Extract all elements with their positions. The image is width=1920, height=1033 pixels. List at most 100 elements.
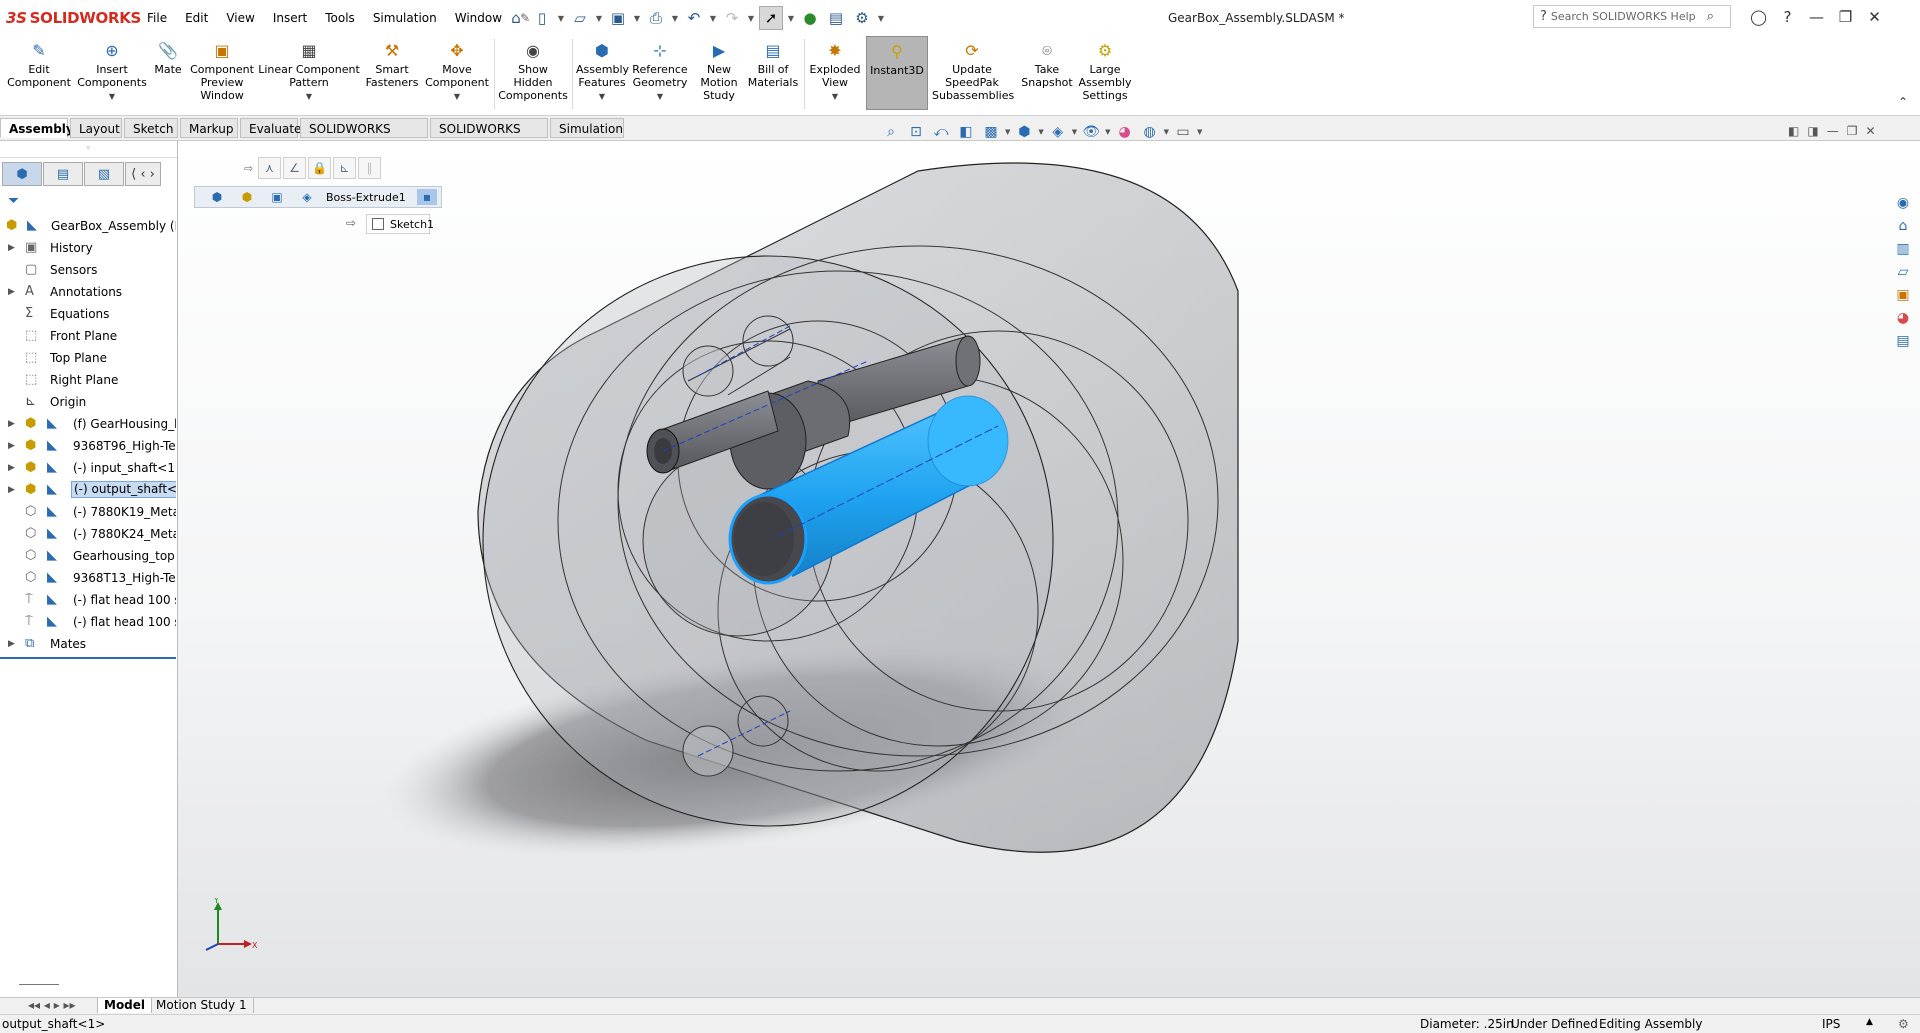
zoom-to-fit-icon[interactable]: ⌕ [880,122,902,142]
expand-arrow-icon[interactable]: ▶ [8,239,15,257]
dynamic-annotation-icon[interactable]: ▩ [980,122,1002,142]
menu-file[interactable]: File [138,11,176,25]
bill-of-materials-button[interactable]: ▤ Bill of Materials [746,39,800,89]
new-motion-study-button[interactable]: ▶ New Motion Study [694,39,744,102]
menu-tools[interactable]: Tools [316,11,364,25]
print-icon[interactable]: ⎙ [645,7,667,29]
chevron-down-icon[interactable]: ▼ [424,90,490,103]
solidworks-logo[interactable]: 3S SOLIDWORKS [6,9,141,27]
redo-icon[interactable]: ↷ [721,7,743,29]
customize-status-icon[interactable]: ⚙ [1898,1017,1909,1031]
gearbox-3d-model[interactable] [178,141,1920,998]
search-help-input[interactable]: ? Search SOLIDWORKS Help ⌕ [1533,5,1731,28]
tab-simulation[interactable]: Simulation [550,118,624,138]
mate-button[interactable]: 📎 Mate [150,39,186,76]
unit-system[interactable]: IPS [1822,1017,1840,1031]
solidworks-resources-icon[interactable]: ◉ [1892,192,1914,214]
viewport-close-icon[interactable]: ✕ [1865,124,1875,138]
exploded-view-button[interactable]: ✸ Exploded View ▼ [808,39,862,103]
tree-item-front-plane[interactable]: ⬚ Front Plane [0,327,176,345]
chevron-down-icon[interactable]: ▼ [1197,128,1202,136]
chevron-down-icon[interactable]: ▼ [1164,128,1169,136]
tab-evaluate[interactable]: Evaluate [240,118,301,138]
minimize-icon[interactable]: — [1802,6,1831,28]
instant3d-button[interactable]: ⚲ Instant3D [866,36,928,110]
tree-item-top-plane[interactable]: ⬚ Top Plane [0,349,176,367]
viewport-tile-left-icon[interactable]: ◧ [1788,124,1799,138]
file-explorer-icon[interactable]: ▱ [1892,261,1914,283]
redo-dropdown-arrow[interactable]: ▼ [747,14,755,23]
undo-dropdown-arrow[interactable]: ▼ [709,14,717,23]
viewport-tile-right-icon[interactable]: ◨ [1807,124,1818,138]
breadcrumb-feature-label[interactable]: Boss-Extrude1 [326,191,406,204]
previous-view-icon[interactable]: ⤺ [930,122,952,142]
custom-properties-icon[interactable]: ▤ [1892,330,1914,352]
tab-model[interactable]: Model [97,998,153,1013]
tab-assembly[interactable]: Assembly [0,118,74,138]
chevron-down-icon[interactable]: ▼ [630,90,690,103]
component-preview-window-button[interactable]: ▣ Component Preview Window [188,39,256,102]
options-dropdown-arrow[interactable]: ▼ [877,14,885,23]
search-icon[interactable]: ⌕ [1707,9,1714,24]
tree-item-9368t96[interactable]: ▶ ⬢ ◣ 9368T96_High-Tem [0,437,176,455]
tree-item-origin[interactable]: ⊾ Origin [0,393,176,411]
take-snapshot-button[interactable]: ⌾ Take Snapshot [1018,39,1076,89]
menu-edit[interactable]: Edit [176,11,217,25]
tree-item-right-plane[interactable]: ⬚ Right Plane [0,371,176,389]
tree-item-annotations[interactable]: ▶ A Annotations [0,283,176,301]
undo-icon[interactable]: ↶ [683,7,705,29]
traffic-light-icon[interactable]: ● [799,7,821,29]
view-palette-icon[interactable]: ▣ [1892,284,1914,306]
expand-arrow-icon[interactable]: ▶ [8,415,15,433]
tree-item-history[interactable]: ▶ ▣ History [0,239,176,257]
save-icon[interactable]: ▣ [607,7,629,29]
filter-icon[interactable]: ⏷ [8,193,19,209]
chevron-down-icon[interactable]: ▼ [1005,128,1010,136]
mate-tool-icon[interactable]: ⋏ [258,157,281,179]
part-icon[interactable]: ⬢ [237,189,257,205]
viewport-restore-icon[interactable]: ❐ [1847,124,1858,138]
help-icon[interactable]: ? [1773,6,1802,28]
expand-arrow-icon[interactable]: ▶ [8,283,15,301]
tree-item-input-shaft[interactable]: ▶ ⬢ ◣ (-) input_shaft<1> [0,459,176,477]
file-properties-icon[interactable]: ▤ [825,7,847,29]
assembly-icon[interactable]: ⬢ [207,189,227,205]
apply-scene-icon[interactable]: ◍ [1139,122,1161,142]
save-dropdown-arrow[interactable]: ▼ [633,14,641,23]
tab-scroll-arrows-icon[interactable]: ◂◂ ◂ ▸ ▸▸ [22,998,82,1013]
body-icon[interactable]: ▣ [267,189,287,205]
select-pointer-icon[interactable]: ➚ [759,6,783,30]
tab-layout[interactable]: Layout [70,118,122,138]
tree-item-gearhousing-bottom[interactable]: ▶ ⬢ ◣ (f) GearHousing_bc [0,415,176,433]
section-view-icon[interactable]: ◧ [955,122,977,142]
perpendicular-tool-icon[interactable]: ⊾ [333,157,356,179]
tab-solidworks-add-ins[interactable]: SOLIDWORKS Add-Ins [300,118,428,156]
restore-icon[interactable]: ❐ [1831,6,1860,28]
tab-sketch[interactable]: Sketch [124,118,178,138]
reference-geometry-button[interactable]: ⊹ Reference Geometry ▼ [630,39,690,103]
units-dropdown-arrow[interactable]: ▲ [1866,1017,1873,1027]
chevron-down-icon[interactable]: ▼ [1072,128,1077,136]
open-folder-icon[interactable]: ▱ [569,7,591,29]
tree-item-flat-head-screw-1[interactable]: ⍑ ◣ (-) flat head 100 scr [0,591,176,609]
design-library-icon[interactable]: ▥ [1892,238,1914,260]
edit-appearance-icon[interactable]: ◕ [1114,122,1136,142]
print-dropdown-arrow[interactable]: ▼ [671,14,679,23]
show-hidden-components-button[interactable]: ◉ Show Hidden Components [498,39,568,102]
home-icon[interactable]: ⌂ [505,7,527,29]
chevron-down-icon[interactable]: ▼ [76,90,148,103]
hide-show-items-icon[interactable]: 👁 [1080,122,1102,142]
breadcrumb-sketch-item[interactable]: Sketch1 [366,214,434,234]
tree-item-7880k24[interactable]: ⬡ ◣ (-) 7880K24_Metal C [0,525,176,543]
tree-item-assembly[interactable]: ⬢ ◣ GearBox_Assembly (Def [0,217,176,235]
menu-simulation[interactable]: Simulation [364,11,446,25]
tab-solidworks-cam[interactable]: SOLIDWORKS CAM [430,118,548,156]
chevron-down-icon[interactable]: ▼ [808,90,862,103]
display-style-icon[interactable]: ◈ [1047,122,1069,142]
graphics-area[interactable] [178,141,1920,998]
tree-item-flat-head-screw-2[interactable]: ⍑ ◣ (-) flat head 100 scr [0,613,176,631]
zoom-to-area-icon[interactable]: ⊡ [905,122,927,142]
view-settings-icon[interactable]: ▭ [1172,122,1194,142]
tree-item-sensors[interactable]: ▢ Sensors [0,261,176,279]
tree-item-mates[interactable]: ▶ ⧉ Mates [0,635,176,653]
